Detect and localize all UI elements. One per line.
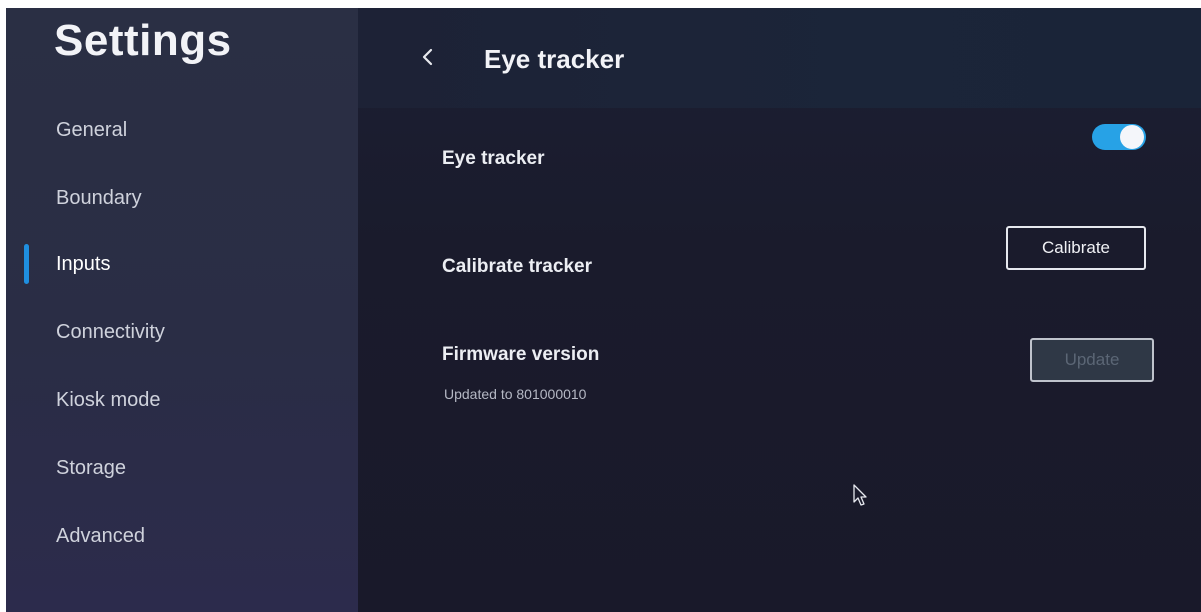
firmware-status-text: Updated to 801000010 — [444, 386, 587, 402]
page-title: Eye tracker — [484, 44, 625, 74]
calibrate-button[interactable]: Calibrate — [1006, 226, 1146, 270]
sidebar-title: Settings — [54, 16, 232, 65]
sidebar-item-kiosk-mode[interactable]: Kiosk mode — [56, 380, 336, 420]
sidebar-item-boundary[interactable]: Boundary — [56, 178, 336, 218]
eye-tracker-toggle[interactable] — [1092, 124, 1146, 150]
back-button[interactable] — [416, 42, 440, 72]
update-button[interactable]: Update — [1030, 338, 1154, 382]
settings-window: Settings General Boundary Inputs Connect… — [6, 8, 1201, 612]
main-panel: Eye tracker Eye tracker Calibrate tracke… — [358, 8, 1201, 612]
firmware-version-label: Firmware version — [442, 344, 600, 365]
toggle-knob — [1120, 125, 1144, 149]
active-item-indicator — [24, 244, 29, 284]
mouse-cursor-icon — [853, 484, 867, 506]
eye-tracker-label: Eye tracker — [442, 148, 545, 169]
sidebar-item-inputs[interactable]: Inputs — [56, 244, 336, 284]
sidebar: Settings General Boundary Inputs Connect… — [6, 8, 358, 612]
sidebar-item-connectivity[interactable]: Connectivity — [56, 312, 336, 352]
sidebar-item-general[interactable]: General — [56, 110, 336, 150]
calibrate-tracker-label: Calibrate tracker — [442, 256, 592, 277]
sidebar-item-storage[interactable]: Storage — [56, 448, 336, 488]
sidebar-item-advanced[interactable]: Advanced — [56, 516, 336, 556]
chevron-left-icon — [422, 48, 433, 66]
